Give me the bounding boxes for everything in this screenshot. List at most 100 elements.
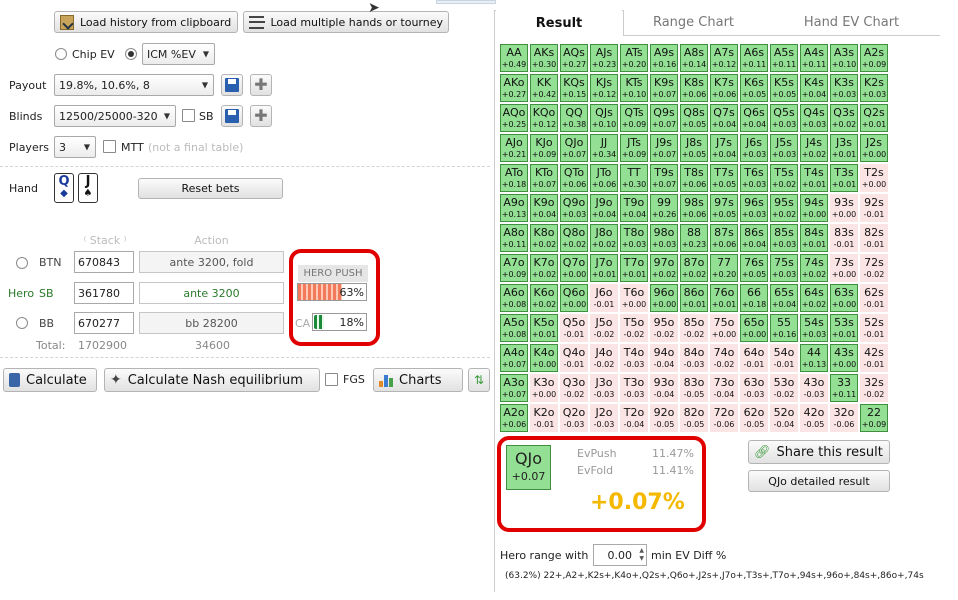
hand-cell-74s[interactable]: 74s +0.02 [800, 254, 828, 282]
hand-cell-a5s[interactable]: A5s +0.11 [770, 44, 798, 72]
hand-cell-ajo[interactable]: AJo +0.21 [500, 134, 528, 162]
hand-cell-75o[interactable]: 75o +0.00 [710, 314, 738, 342]
hand-cell-88[interactable]: 88 +0.23 [680, 224, 708, 252]
hand-cell-k6s[interactable]: K6s +0.05 [740, 74, 768, 102]
hand-cell-k8s[interactable]: K8s +0.06 [680, 74, 708, 102]
hand-cell-t8s[interactable]: T8s +0.06 [680, 164, 708, 192]
add-payout-button[interactable]: ✚ [250, 74, 272, 96]
hand-cell-j5s[interactable]: J5s +0.03 [770, 134, 798, 162]
add-blinds-button[interactable]: ✚ [250, 105, 272, 127]
hand-cell-t3o[interactable]: T3o -0.03 [620, 374, 648, 402]
reset-bets-button[interactable]: Reset bets [138, 178, 283, 199]
hand-cell-82s[interactable]: 82s -0.01 [860, 224, 888, 252]
hand-cell-73s[interactable]: 73s +0.00 [830, 254, 858, 282]
hand-cell-52o[interactable]: 52o -0.04 [770, 404, 798, 432]
nash-button[interactable]: ✦ Calculate Nash equilibrium [104, 368, 320, 392]
sb-action[interactable]: ante 3200 [139, 282, 284, 304]
hand-cell-97o[interactable]: 97o +0.02 [650, 254, 678, 282]
hand-cell-66[interactable]: 66 +0.18 [740, 284, 768, 312]
hand-cell-q6o[interactable]: Q6o +0.00 [560, 284, 588, 312]
hand-cell-q2s[interactable]: Q2s +0.01 [860, 104, 888, 132]
hand-cell-tt[interactable]: TT +0.30 [620, 164, 648, 192]
share-button[interactable]: 🔗︎ Share this result [748, 440, 890, 464]
hand-cell-t8o[interactable]: T8o +0.03 [620, 224, 648, 252]
hand-cell-a4o[interactable]: A4o +0.07 [500, 344, 528, 372]
hand-cell-k9o[interactable]: K9o +0.04 [530, 194, 558, 222]
hand-cell-a6o[interactable]: A6o +0.08 [500, 284, 528, 312]
hand-cell-q9s[interactable]: Q9s +0.07 [650, 104, 678, 132]
hand-cell-k5s[interactable]: K5s +0.05 [770, 74, 798, 102]
hand-cell-q3s[interactable]: Q3s +0.02 [830, 104, 858, 132]
bb-radio[interactable] [16, 317, 28, 329]
chip-ev-radio[interactable] [55, 48, 67, 60]
hand-cell-95o[interactable]: 95o -0.02 [650, 314, 678, 342]
hand-cell-92s[interactable]: 92s -0.01 [860, 194, 888, 222]
hand-cell-83o[interactable]: 83o -0.05 [680, 374, 708, 402]
hand-cell-k5o[interactable]: K5o +0.01 [530, 314, 558, 342]
hand-cell-98o[interactable]: 98o +0.03 [650, 224, 678, 252]
sb-checkbox[interactable] [182, 109, 195, 122]
hand-cell-a4s[interactable]: A4s +0.11 [800, 44, 828, 72]
hand-cell-t2s[interactable]: T2s +0.00 [860, 164, 888, 192]
hand-cell-t4o[interactable]: T4o -0.03 [620, 344, 648, 372]
hand-cell-q7s[interactable]: Q7s +0.04 [710, 104, 738, 132]
btn-action[interactable]: ante 3200, fold [139, 251, 284, 273]
hand-cell-86s[interactable]: 86s +0.04 [740, 224, 768, 252]
hand-cell-j6o[interactable]: J6o -0.01 [590, 284, 618, 312]
hand-cell-52s[interactable]: 52s -0.01 [860, 314, 888, 342]
hand-cell-t3s[interactable]: T3s +0.01 [830, 164, 858, 192]
hand-cell-65s[interactable]: 65s +0.04 [770, 284, 798, 312]
hand-cell-ato[interactable]: ATo +0.18 [500, 164, 528, 192]
hand-cell-95s[interactable]: 95s +0.02 [770, 194, 798, 222]
hand-cell-55[interactable]: 55 +0.16 [770, 314, 798, 342]
hand-cell-k6o[interactable]: K6o +0.02 [530, 284, 558, 312]
min-ev-input[interactable]: 0.00 ▲ ▼ [593, 544, 647, 566]
hand-cell-q2o[interactable]: Q2o -0.03 [560, 404, 588, 432]
hand-cell-aa[interactable]: AA +0.49 [500, 44, 528, 72]
payout-select[interactable]: 19.8%, 10.6%, 8 ▼ [54, 74, 214, 96]
hand-cell-jts[interactable]: JTs +0.09 [620, 134, 648, 162]
hand-cell-54o[interactable]: 54o -0.01 [770, 344, 798, 372]
load-history-button[interactable]: Load history from clipboard [54, 11, 238, 33]
hand-cell-84s[interactable]: 84s +0.01 [800, 224, 828, 252]
btn-stack-input[interactable]: 670843 [74, 251, 134, 273]
hand-cell-t4s[interactable]: T4s +0.01 [800, 164, 828, 192]
hand-cell-73o[interactable]: 73o -0.04 [710, 374, 738, 402]
hand-cell-62o[interactable]: 62o -0.05 [740, 404, 768, 432]
hand-cell-j5o[interactable]: J5o -0.02 [590, 314, 618, 342]
hand-cell-a3o[interactable]: A3o +0.07 [500, 374, 528, 402]
hand-cell-75s[interactable]: 75s +0.03 [770, 254, 798, 282]
charts-button[interactable]: Charts [373, 368, 463, 392]
hand-cell-aks[interactable]: AKs +0.30 [530, 44, 558, 72]
hand-cell-qjo[interactable]: QJo +0.07 [560, 134, 588, 162]
hand-cell-93o[interactable]: 93o -0.04 [650, 374, 678, 402]
hand-cell-96s[interactable]: 96s +0.03 [740, 194, 768, 222]
hand-cell-85o[interactable]: 85o -0.02 [680, 314, 708, 342]
hand-cell-72o[interactable]: 72o -0.06 [710, 404, 738, 432]
sb-stack-input[interactable]: 361780 [74, 282, 134, 304]
detailed-result-button[interactable]: QJo detailed result [748, 470, 890, 492]
hand-cell-j7o[interactable]: J7o +0.01 [590, 254, 618, 282]
hand-cell-t2o[interactable]: T2o -0.04 [620, 404, 648, 432]
hand-cell-98s[interactable]: 98s +0.06 [680, 194, 708, 222]
hand-cell-42o[interactable]: 42o -0.05 [800, 404, 828, 432]
hand-cell-53o[interactable]: 53o -0.02 [770, 374, 798, 402]
save-payout-button[interactable] [221, 74, 243, 96]
btn-radio[interactable] [16, 257, 28, 269]
spinner-icon[interactable]: ▲ ▼ [639, 547, 644, 563]
hand-cell-a8s[interactable]: A8s +0.14 [680, 44, 708, 72]
players-select[interactable]: 3 ▼ [54, 136, 96, 158]
hand-cell-kjo[interactable]: KJo +0.09 [530, 134, 558, 162]
hand-cell-93s[interactable]: 93s +0.00 [830, 194, 858, 222]
hand-cell-j8o[interactable]: J8o +0.02 [590, 224, 618, 252]
hand-cell-76s[interactable]: 76s +0.05 [740, 254, 768, 282]
hand-cell-q4s[interactable]: Q4s +0.03 [800, 104, 828, 132]
hand-cell-62s[interactable]: 62s -0.01 [860, 284, 888, 312]
card-queen[interactable]: Q ◆ [54, 173, 74, 203]
hand-cell-kjs[interactable]: KJs +0.12 [590, 74, 618, 102]
hand-cell-32o[interactable]: 32o -0.06 [830, 404, 858, 432]
hand-cell-qto[interactable]: QTo +0.06 [560, 164, 588, 192]
hand-cell-97s[interactable]: 97s +0.05 [710, 194, 738, 222]
load-multiple-button[interactable]: Load multiple hands or tourney [243, 11, 449, 33]
hand-cell-t9s[interactable]: T9s +0.07 [650, 164, 678, 192]
